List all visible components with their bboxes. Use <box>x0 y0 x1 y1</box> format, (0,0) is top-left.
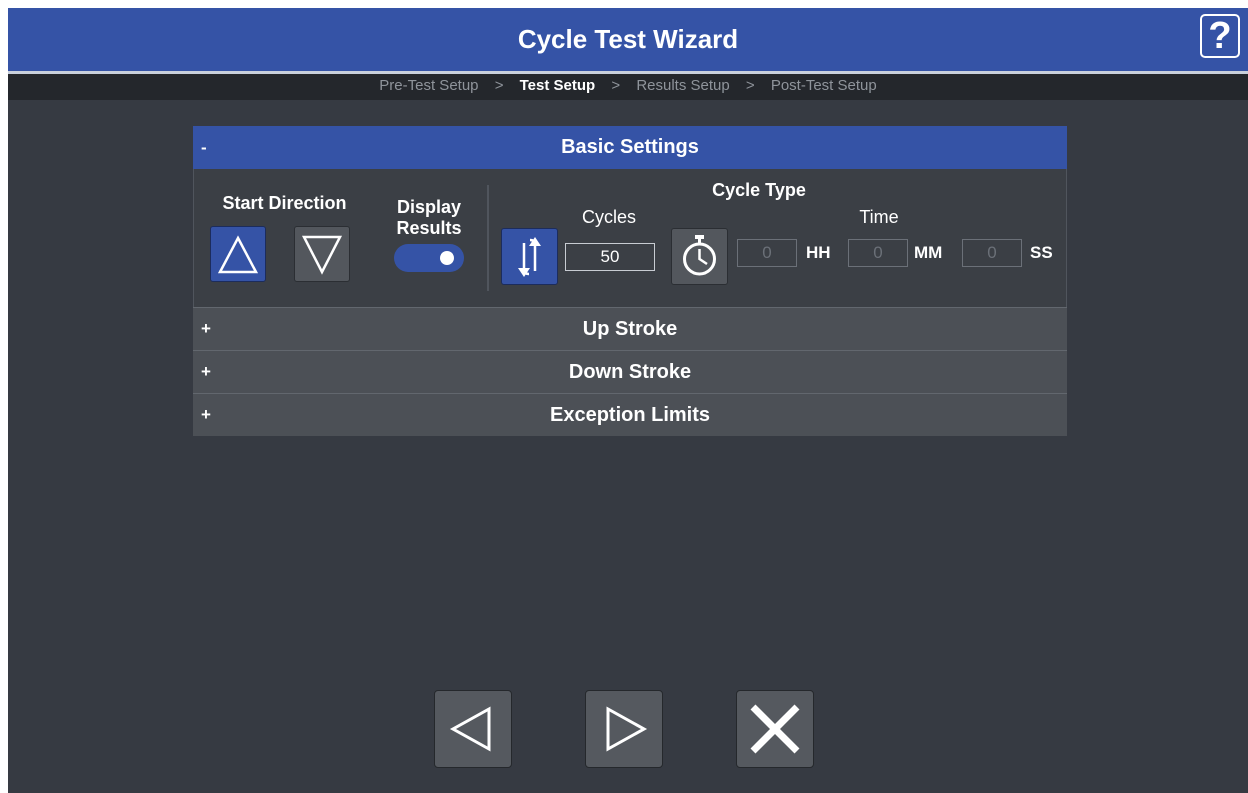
time-label: Time <box>859 207 899 227</box>
minutes-input[interactable]: 0 <box>848 239 908 267</box>
start-direction-label: Start Direction <box>222 193 347 213</box>
cycles-mode-button[interactable] <box>501 228 558 285</box>
cycles-label: Cycles <box>581 207 636 227</box>
down-stroke-header[interactable]: + Down Stroke <box>193 350 1067 393</box>
expand-toggle: + <box>201 319 211 338</box>
exception-limits-header[interactable]: + Exception Limits <box>193 393 1067 436</box>
cycle-arrows-icon <box>518 237 541 277</box>
back-arrow-icon <box>449 706 491 752</box>
expand-toggle: + <box>201 405 211 424</box>
start-up-button[interactable] <box>210 226 266 282</box>
help-button[interactable]: ? <box>1200 14 1240 58</box>
wizard-window: Cycle Test Wizard ? Pre-Test Setup > Tes… <box>8 8 1248 793</box>
seconds-input[interactable]: 0 <box>962 239 1022 267</box>
basic-settings-body: Start Direction Display Results Cycle Ty… <box>193 169 1067 307</box>
breadcrumb-step-test-setup[interactable]: Test Setup <box>520 74 596 98</box>
next-arrow-icon <box>606 706 648 752</box>
title-bar: Cycle Test Wizard ? <box>8 8 1248 74</box>
breadcrumb-separator: > <box>611 77 621 94</box>
display-results-label-line2: Results <box>396 218 462 238</box>
divider <box>487 185 489 291</box>
triangle-up-icon <box>217 235 259 274</box>
triangle-down-icon <box>301 235 343 275</box>
breadcrumb-separator: > <box>745 77 755 94</box>
hours-input[interactable]: 0 <box>737 239 797 267</box>
time-mode-button[interactable] <box>671 228 728 285</box>
stopwatch-icon <box>683 235 716 276</box>
section-title: Basic Settings <box>561 136 699 158</box>
up-stroke-header[interactable]: + Up Stroke <box>193 307 1067 350</box>
collapse-toggle: - <box>201 138 207 157</box>
basic-settings-header[interactable]: - Basic Settings <box>193 126 1067 169</box>
breadcrumb-separator: > <box>494 77 504 94</box>
display-results-label-line1: Display <box>396 197 462 217</box>
breadcrumb-step-pre-test[interactable]: Pre-Test Setup <box>379 74 478 98</box>
section-title: Exception Limits <box>549 404 711 426</box>
section-title: Down Stroke <box>568 361 692 383</box>
seconds-unit: SS <box>1030 243 1053 262</box>
breadcrumb-step-post-test[interactable]: Post-Test Setup <box>771 74 877 98</box>
breadcrumb: Pre-Test Setup > Test Setup > Results Se… <box>8 74 1248 100</box>
cancel-button[interactable] <box>736 690 814 768</box>
display-results-toggle[interactable] <box>394 244 464 272</box>
display-results-label: Display Results <box>379 197 479 239</box>
next-button[interactable] <box>585 690 663 768</box>
start-down-button[interactable] <box>294 226 350 282</box>
expand-toggle: + <box>201 362 211 381</box>
cycles-input[interactable]: 50 <box>565 243 655 271</box>
close-icon <box>750 704 800 754</box>
back-button[interactable] <box>434 690 512 768</box>
section-title: Up Stroke <box>582 318 678 340</box>
settings-accordion: - Basic Settings Start Direction Display… <box>193 126 1067 438</box>
hours-unit: HH <box>806 243 831 262</box>
window-title: Cycle Test Wizard <box>517 24 739 54</box>
toggle-knob <box>440 251 454 265</box>
breadcrumb-step-results-setup[interactable]: Results Setup <box>636 74 729 98</box>
cycle-type-label: Cycle Type <box>712 180 806 200</box>
minutes-unit: MM <box>914 243 943 262</box>
